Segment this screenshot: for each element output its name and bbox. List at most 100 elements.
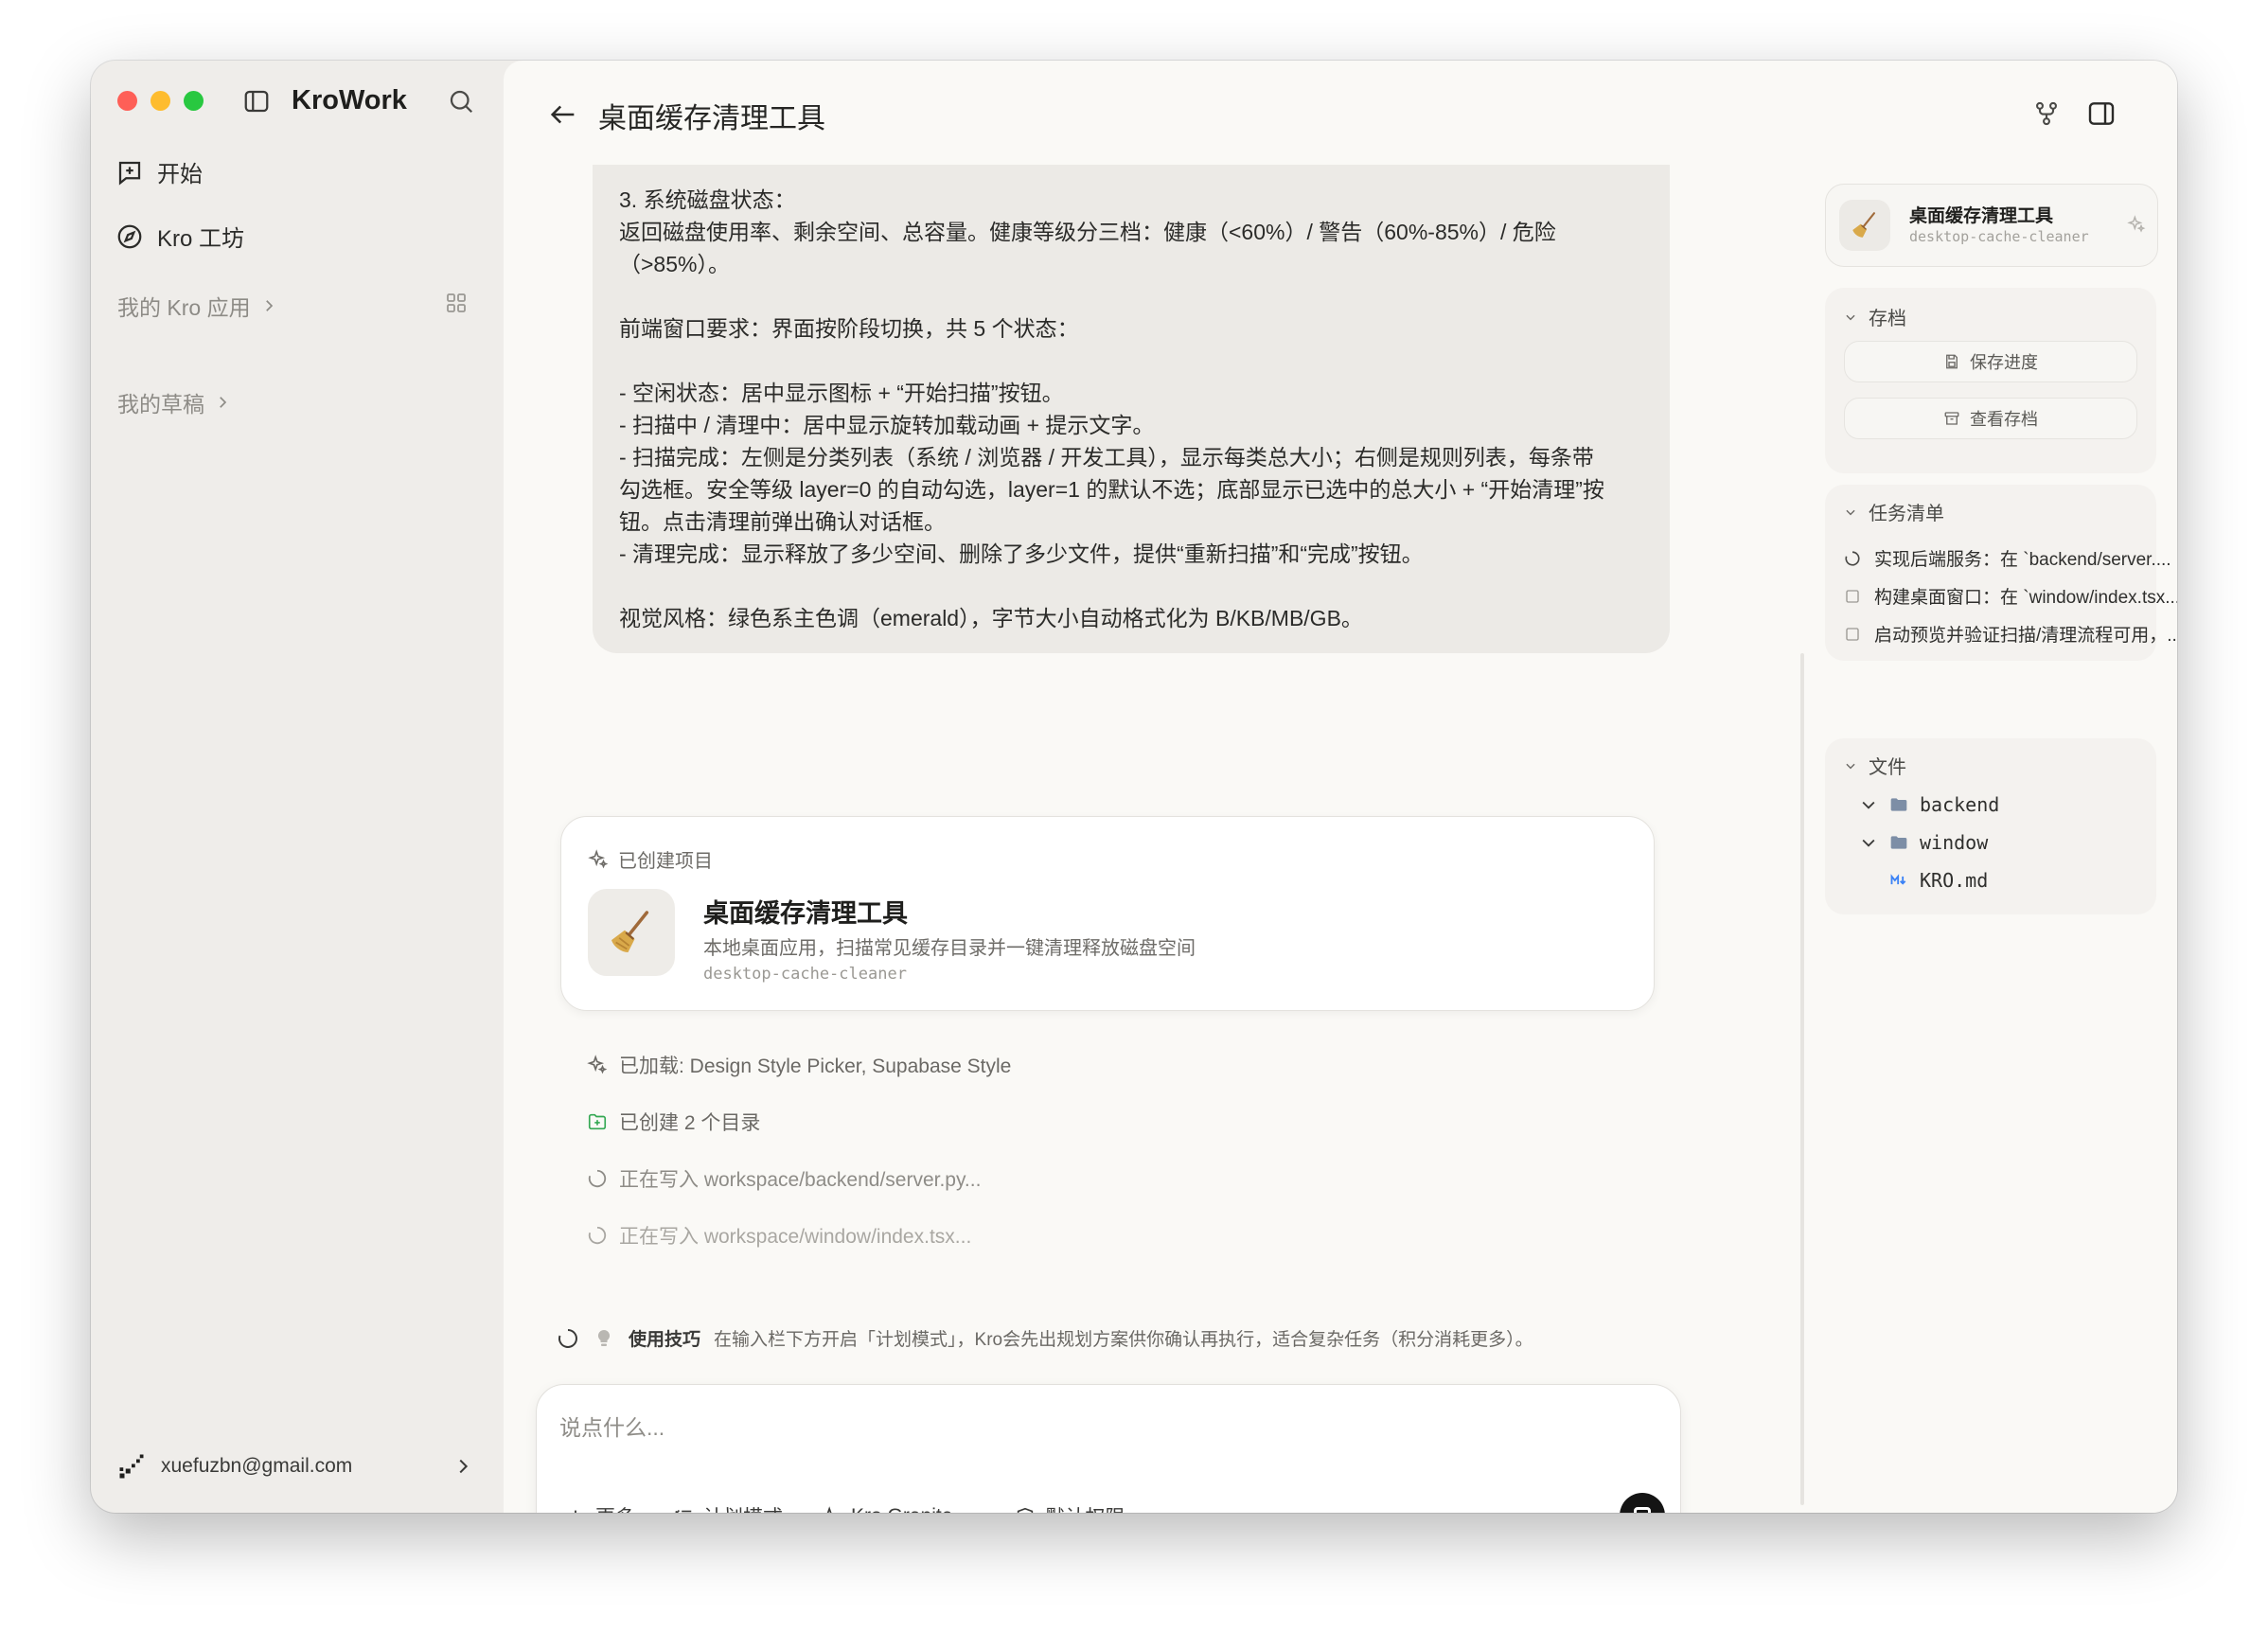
user-message: 3. 系统磁盘状态： 返回磁盘使用率、剩余空间、总容量。健康等级分三档：健康（<… [593, 165, 1670, 653]
task-item[interactable]: 构建桌面窗口：在 `window/index.tsx... [1844, 583, 2177, 609]
minimize-window-button[interactable] [151, 91, 170, 111]
checklist-icon [675, 1509, 692, 1513]
sidebar: KroWork 开始 Kro 工坊 我的 Kro 应用 我的草稿 xuefuzb… [91, 61, 504, 1513]
archive-title: 存档 [1869, 309, 1906, 329]
file-tree-item[interactable]: backend [1859, 793, 1999, 816]
chevron-down-icon [1846, 509, 1855, 515]
my-apps-section[interactable]: 我的 Kro 应用 [117, 290, 277, 322]
app-summary-card[interactable]: 桌面缓存清理工具 desktop-cache-cleaner [1825, 184, 2158, 267]
sidebar-toggle-icon[interactable] [242, 87, 271, 115]
stop-icon [1634, 1507, 1651, 1513]
back-arrow-icon[interactable] [547, 98, 579, 131]
close-window-button[interactable] [117, 91, 137, 111]
project-card-header-label: 已创建项目 [618, 851, 713, 872]
activity-text: 已加载: Design Style Picker, Supabase Style [619, 1055, 1012, 1077]
activity-created-dirs: 已创建 2 个目录 [587, 1108, 760, 1136]
spinner-icon [558, 1328, 577, 1348]
project-card-header: 已创建项目 [588, 845, 713, 873]
message-line: - 清理完成：显示释放了多少空间、删除了多少文件，提供“重新扫描”和“完成”按钮… [619, 541, 1424, 566]
task-list-section: 任务清单 实现后端服务：在 `backend/server.... 构建桌面窗口… [1825, 485, 2177, 661]
chat-scrollbar[interactable] [1800, 653, 1804, 1505]
search-icon[interactable] [447, 87, 475, 115]
right-panel-toggle-icon[interactable] [2086, 98, 2117, 129]
chevron-down-icon [1846, 763, 1855, 769]
nav-kro-workshop[interactable]: Kro 工坊 [115, 220, 244, 253]
file-name: KRO.md [1920, 869, 1989, 892]
nav-kro-workshop-label: Kro 工坊 [157, 226, 245, 252]
file-name: backend [1920, 793, 2000, 816]
file-tree-item[interactable]: window [1859, 831, 1988, 854]
plan-mode-button[interactable]: 计划模式 [673, 1502, 783, 1513]
tip-text: 在输入栏下方开启「计划模式」，Kro会先出规划方案供你确认再执行，适合复杂任务（… [714, 1330, 1533, 1350]
spinner-icon [1845, 550, 1860, 566]
broom-icon [611, 911, 649, 952]
stop-button[interactable] [1620, 1493, 1665, 1513]
save-progress-button[interactable]: 保存进度 [1844, 341, 2137, 382]
archive-section-header[interactable]: 存档 [1844, 303, 1906, 330]
branch-icon[interactable] [2033, 100, 2060, 127]
chat-thread: 3. 系统磁盘状态： 返回磁盘使用率、剩余空间、总容量。健康等级分三档：健康（<… [504, 165, 1806, 1513]
project-card[interactable]: 已创建项目 桌面缓存清理工具 本地桌面应用，扫描常见缓存目录并一键清理释放磁盘空… [560, 816, 1655, 1011]
task-item[interactable]: 启动预览并验证扫描/清理流程可用，... [1844, 621, 2177, 647]
zoom-window-button[interactable] [184, 91, 204, 111]
project-slug: desktop-cache-cleaner [703, 965, 907, 984]
more-label: 更多 [595, 1502, 635, 1513]
shield-icon [1018, 1507, 1034, 1513]
project-icon [588, 889, 675, 976]
message-line: 勾选框。安全等级 layer=0 的自动勾选，layer=1 的默认不选；底部显… [619, 477, 1604, 502]
app-icon [1839, 200, 1890, 251]
chevron-down-icon [1862, 801, 1875, 809]
nav-start[interactable]: 开始 [115, 155, 203, 188]
spinner-icon [588, 1226, 607, 1245]
chevron-right-icon[interactable] [452, 1456, 473, 1477]
sparkles-icon [587, 1055, 608, 1074]
file-tree-item[interactable]: KRO.md [1889, 869, 1988, 892]
message-composer[interactable]: 说点什么... 更多 计划模式 [536, 1384, 1681, 1513]
message-line: - 扫描中 / 清理中：居中显示旋转加载动画 + 提示文字。 [619, 413, 1155, 437]
drafts-label: 我的草稿 [117, 392, 204, 417]
composer-input[interactable]: 说点什么... [559, 1410, 664, 1442]
activity-writing-server: 正在写入 workspace/backend/server.py... [587, 1164, 981, 1193]
message-line: 前端窗口要求：界面按阶段切换，共 5 个状态： [619, 316, 1079, 341]
app-window: KroWork 开始 Kro 工坊 我的 Kro 应用 我的草稿 xuefuzb… [91, 61, 2177, 1513]
view-archive-button[interactable]: 查看存档 [1844, 398, 2137, 439]
compass-icon [117, 224, 142, 248]
activity-writing-window: 正在写入 workspace/window/index.tsx... [587, 1221, 971, 1250]
files-section: 文件 backend window KRO.md [1825, 738, 2156, 914]
sparkles-icon[interactable] [2127, 215, 2146, 234]
message-line: 钮。点击清理前弹出确认对话框。 [619, 509, 946, 534]
message-line: 返回磁盘使用率、剩余空间、总容量。健康等级分三档：健康（<60%）/ 警告（60… [619, 220, 1556, 244]
sparkles-icon [588, 848, 609, 868]
folder-icon [1890, 836, 1907, 849]
chevron-down-icon [1862, 839, 1875, 847]
message-line: - 扫描完成：左侧是分类列表（系统 / 浏览器 / 开发工具），显示每类总大小；… [619, 445, 1594, 470]
project-title: 桌面缓存清理工具 [703, 899, 908, 928]
plan-mode-label: 计划模式 [703, 1502, 783, 1513]
usage-tip: 使用技巧 在输入栏下方开启「计划模式」，Kro会先出规划方案供你确认再执行，适合… [557, 1325, 1533, 1351]
markdown-icon [1890, 874, 1906, 885]
task-list-header[interactable]: 任务清单 [1844, 498, 1944, 525]
new-chat-icon [118, 161, 141, 186]
user-account[interactable]: xuefuzbn@gmail.com [117, 1452, 352, 1481]
broom-icon [1852, 212, 1875, 238]
drafts-section[interactable]: 我的草稿 [117, 386, 231, 418]
task-label: 构建桌面窗口：在 `window/index.tsx... [1874, 588, 2177, 608]
right-panel: 桌面缓存清理工具 desktop-cache-cleaner 存档 保存进度 查 [1825, 165, 2177, 1513]
grid-view-icon[interactable] [445, 292, 468, 314]
window-controls [117, 91, 204, 111]
archive-section: 存档 保存进度 查看存档 [1825, 288, 2156, 473]
folder-plus-icon [588, 1113, 607, 1130]
permission-selector[interactable]: 默认权限 [1015, 1502, 1149, 1513]
files-header[interactable]: 文件 [1844, 752, 1906, 779]
more-button[interactable]: 更多 [565, 1502, 635, 1513]
chevron-right-icon [220, 397, 227, 408]
activity-loaded: 已加载: Design Style Picker, Supabase Style [587, 1051, 1011, 1079]
folder-icon [1890, 798, 1907, 811]
chevron-right-icon [265, 300, 273, 311]
message-line: 3. 系统磁盘状态： [619, 187, 796, 212]
task-item[interactable]: 实现后端服务：在 `backend/server.... [1844, 545, 2171, 571]
chevron-down-icon [1134, 1509, 1149, 1513]
app-brand: KroWork [292, 85, 407, 115]
plus-icon [575, 1510, 576, 1513]
model-selector[interactable]: Kro Granite [821, 1505, 977, 1513]
